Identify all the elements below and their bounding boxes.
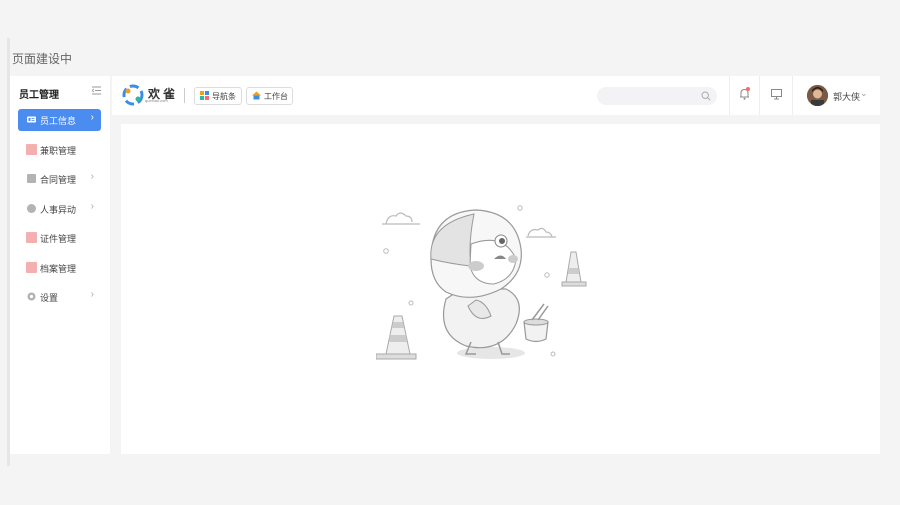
under-construction-illustration xyxy=(376,205,587,360)
sidebar-item-label: 档案管理 xyxy=(40,264,77,274)
header-divider xyxy=(184,88,185,103)
sidebar-item-label: 合同管理 xyxy=(40,175,77,185)
id-card-icon xyxy=(27,116,36,123)
sidebar-item-contract[interactable]: 合同管理 › xyxy=(18,168,101,190)
sidebar-item-label: 设置 xyxy=(40,293,59,303)
sidebar-item-certificate[interactable]: 证件管理 xyxy=(18,227,101,249)
certificate-icon xyxy=(26,232,37,243)
search-input[interactable] xyxy=(597,87,717,105)
sidebar-item-archive[interactable]: 档案管理 xyxy=(18,257,101,279)
nav-bar-button[interactable]: 导航条 xyxy=(194,87,242,105)
user-name[interactable]: 郭大侠 xyxy=(833,90,860,103)
chevron-right-icon: › xyxy=(90,201,94,212)
sidebar-item-part-time[interactable]: 兼职管理 xyxy=(18,139,101,161)
sidebar-item-label: 证件管理 xyxy=(40,234,77,244)
page-caption: 页面建设中 xyxy=(12,52,73,66)
archive-icon xyxy=(26,262,37,273)
settings-icon xyxy=(27,292,36,301)
chevron-right-icon: › xyxy=(90,171,94,182)
sidebar: 员工管理 员工信息 › 兼职管理 合同管理 › 人事异动 › 证件管理 档案管理… xyxy=(10,76,110,454)
sidebar-item-settings[interactable]: 设置 › xyxy=(18,286,101,308)
workbench-label: 工作台 xyxy=(264,92,288,101)
transfer-icon xyxy=(27,204,36,213)
search-icon[interactable] xyxy=(701,91,711,101)
notification-badge xyxy=(746,87,750,91)
sidebar-item-label: 员工信息 xyxy=(40,116,77,126)
header-separator xyxy=(729,76,730,115)
user-photo-icon xyxy=(807,85,828,106)
brand-logo-icon[interactable] xyxy=(122,84,144,106)
avatar[interactable] xyxy=(807,85,828,106)
contract-icon xyxy=(27,174,36,183)
chevron-right-icon: › xyxy=(90,289,94,300)
grid-icon xyxy=(200,91,209,100)
sidebar-item-personnel-change[interactable]: 人事异动 › xyxy=(18,198,101,220)
home-icon xyxy=(252,91,261,100)
chevron-down-icon[interactable]: ⌄ xyxy=(860,88,868,99)
nav-bar-label: 导航条 xyxy=(212,92,236,101)
sidebar-title: 员工管理 xyxy=(19,90,59,101)
part-time-icon xyxy=(26,144,37,155)
sidebar-item-label: 兼职管理 xyxy=(40,146,77,156)
collapse-menu-icon[interactable] xyxy=(92,86,101,95)
top-header: 欢雀 quexiao.com 导航条 工作台 郭大侠 ⌄ xyxy=(112,76,880,115)
header-separator xyxy=(792,76,793,115)
workbench-button[interactable]: 工作台 xyxy=(246,87,293,105)
sidebar-item-label: 人事异动 xyxy=(40,205,77,215)
header-separator xyxy=(759,76,760,115)
monitor-icon[interactable] xyxy=(771,89,782,100)
brand-domain: quexiao.com xyxy=(145,98,168,103)
main-content xyxy=(121,124,880,454)
sidebar-item-employee-info[interactable]: 员工信息 › xyxy=(18,109,101,131)
chevron-right-icon: › xyxy=(90,112,94,123)
